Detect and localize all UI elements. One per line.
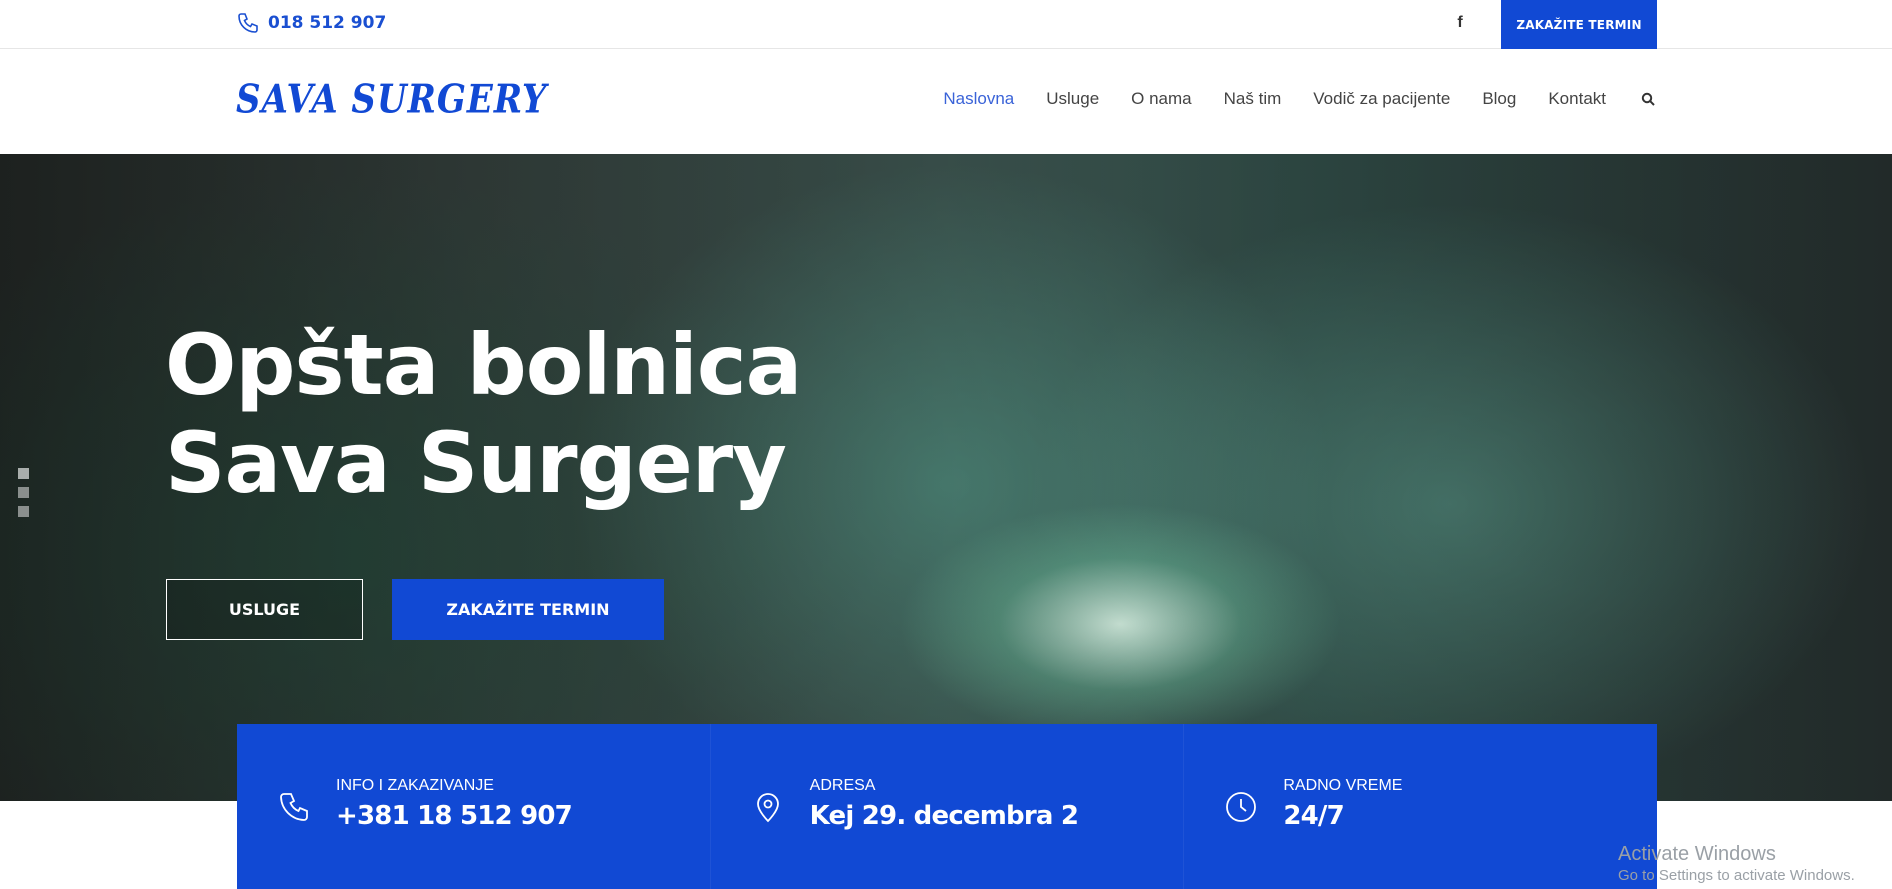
hero-title-line1: Opšta bolnica (165, 316, 802, 414)
phone-icon (280, 793, 308, 821)
slider-dot[interactable] (18, 506, 29, 517)
top-bar: 018 512 907 f ZAKAŽITE TERMIN (0, 0, 1892, 49)
hero-title-line2: Sava Surgery (165, 414, 787, 512)
hero-slider: Opšta bolnica Sava Surgery USLUGE ZAKAŽI… (0, 154, 1892, 801)
top-book-appointment-button[interactable]: ZAKAŽITE TERMIN (1501, 0, 1657, 49)
watermark-title: Activate Windows (1618, 843, 1776, 865)
hero-title: Opšta bolnica Sava Surgery (165, 316, 802, 512)
main-header: SAVA SURGERY Naslovna Usluge O nama Naš … (0, 49, 1892, 154)
nav-item-o-nama[interactable]: O nama (1131, 89, 1191, 109)
info-value: Kej 29. decembra 2 (809, 801, 1079, 831)
logo-wordmark: SAVA SURGERY (236, 77, 548, 123)
nav-item-nas-tim[interactable]: Naš tim (1224, 89, 1282, 109)
services-button[interactable]: USLUGE (166, 579, 363, 640)
info-cell-address: ADRESA Kej 29. decembra 2 (709, 724, 1184, 889)
nav-item-usluge[interactable]: Usluge (1046, 89, 1099, 109)
hero-book-appointment-button[interactable]: ZAKAŽITE TERMIN (392, 579, 664, 640)
info-cell-hours: RADNO VREME 24/7 (1183, 724, 1657, 889)
nav-item-vodic-za-pacijente[interactable]: Vodič za pacijente (1313, 89, 1450, 109)
info-value: +381 18 512 907 (336, 801, 573, 831)
info-label: ADRESA (809, 777, 876, 794)
slider-dot[interactable] (18, 468, 29, 479)
clock-icon (1226, 792, 1257, 822)
slider-pagination (18, 468, 29, 517)
info-label: INFO I ZAKAZIVANJE (336, 777, 494, 794)
watermark-subtitle: Go to Settings to activate Windows. (1618, 867, 1855, 884)
location-pin-icon (756, 793, 779, 823)
phone-icon (238, 13, 258, 33)
info-value: 24/7 (1283, 801, 1344, 831)
info-label: RADNO VREME (1283, 777, 1403, 794)
nav-item-blog[interactable]: Blog (1482, 89, 1516, 109)
windows-activation-watermark: Activate Windows Go to Settings to activ… (1618, 842, 1855, 886)
search-icon[interactable] (1640, 91, 1656, 107)
facebook-icon[interactable]: f (1450, 12, 1470, 34)
nav-item-naslovna[interactable]: Naslovna (943, 89, 1014, 109)
info-cell-contact: INFO I ZAKAZIVANJE +381 18 512 907 (237, 724, 710, 889)
nav-item-kontakt[interactable]: Kontakt (1548, 89, 1606, 109)
top-phone-link[interactable]: 018 512 907 (236, 10, 386, 36)
site-logo[interactable]: SAVA SURGERY (236, 71, 594, 129)
info-bar: INFO I ZAKAZIVANJE +381 18 512 907 ADRES… (237, 724, 1657, 889)
main-nav: Naslovna Usluge O nama Naš tim Vodič za … (911, 89, 1656, 109)
top-phone-number: 018 512 907 (268, 13, 387, 33)
slider-dot[interactable] (18, 487, 29, 498)
